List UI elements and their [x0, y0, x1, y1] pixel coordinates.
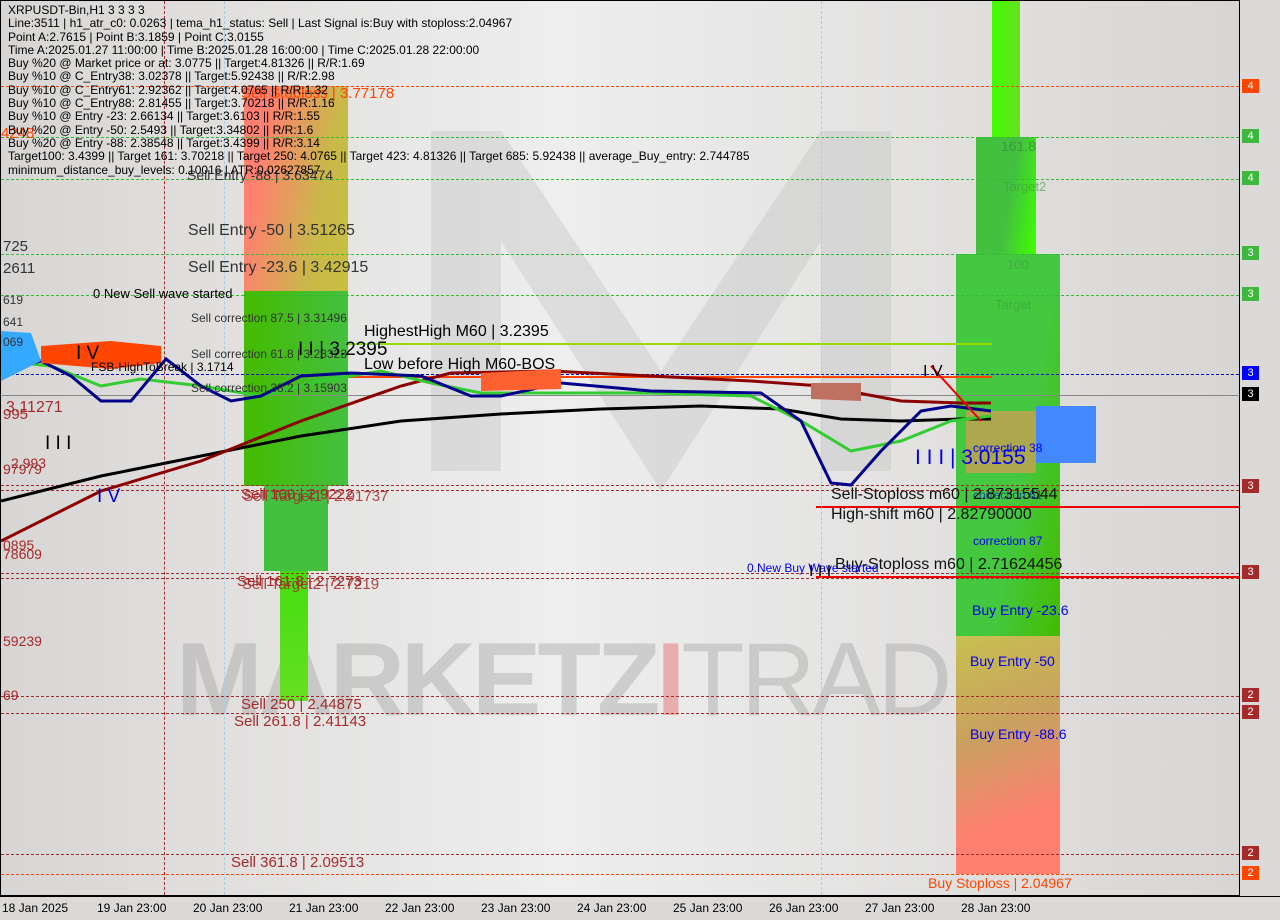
time-tick: 26 Jan 23:00 — [769, 901, 839, 915]
label-buy-entry-50: Buy Entry -50 — [970, 653, 1055, 669]
label-buy-stoploss: Buy Stoploss | 2.04967 — [928, 875, 1072, 891]
label-left-78609: 78609 — [3, 546, 42, 562]
label-sell-target1: Sell Target1 | 2.91737 — [243, 488, 389, 505]
label-fsb-high-to-break: FSB-HighToBreak | 3.1714 — [91, 360, 234, 374]
label-wave-iii-left: I I I — [45, 433, 72, 454]
label-left-069: 069 — [3, 335, 24, 349]
price-tag: 3 — [1242, 246, 1259, 260]
price-tag: 3 — [1242, 479, 1259, 493]
label-correction-87: correction 87 — [973, 534, 1043, 548]
label-wave-i: I I I — [809, 563, 832, 580]
label-sell-correction-875: Sell correction 87.5 | 3.31496 — [191, 311, 347, 325]
label-correction-38: correction 38 — [973, 441, 1043, 455]
label-highest-high: HighestHigh M60 | 3.2395 — [364, 323, 549, 340]
time-tick: 21 Jan 23:00 — [289, 901, 359, 915]
label-left-97979: 97979 — [3, 461, 42, 477]
info-line: Buy %20 @ Market price or at: 3.0775 || … — [8, 56, 365, 71]
info-line: Buy %20 @ Entry -88: 2.38548 || Target:3… — [8, 135, 320, 150]
price-axis[interactable]: 4 4 4 3 3 3 3 3 3 2 2 2 2 — [1240, 0, 1280, 896]
info-line: Buy %10 @ C_Entry61: 2.92362 || Target:4… — [8, 82, 328, 97]
info-line: Line:3511 | h1_atr_c0: 0.0263 | tema_h1_… — [8, 16, 513, 31]
label-target-1618: 161.8 — [1001, 138, 1037, 154]
info-panel: XRPUSDT-Bin,H1 3 3 3 3 Line:3511 | h1_at… — [8, 3, 750, 177]
chart-plot-area[interactable]: MARKETZITRADE XRPUSDT-Bin,H1 3 3 3 3 Lin… — [0, 0, 1240, 896]
label-sell-target2: Sell Target2 | 2.7219 — [242, 576, 380, 593]
label-left-725: 725 — [3, 238, 29, 255]
label-left-2611: 2611 — [3, 260, 36, 277]
label-wave-iv-left: I V — [76, 343, 100, 364]
time-axis[interactable]: 18 Jan 2025 19 Jan 23:00 20 Jan 23:00 21… — [0, 896, 1280, 920]
time-tick: 22 Jan 23:00 — [385, 901, 455, 915]
label-wave-iv-right: I V — [923, 363, 943, 380]
label-sell-correction-382: Sell correction 38.2 | 3.15903 — [191, 381, 347, 395]
info-line: Time A:2025.01.27 11:00:00 | Time B:2025… — [8, 42, 480, 57]
label-sell-3618: Sell 361.8 | 2.09513 — [231, 854, 365, 871]
info-line: Buy %10 @ C_Entry38: 3.02378 || Target:5… — [8, 69, 335, 84]
label-left-641: 641 — [3, 315, 24, 329]
label-target: Target — [995, 297, 1032, 312]
time-tick: 24 Jan 23:00 — [577, 901, 647, 915]
label-sell-entry-50: Sell Entry -50 | 3.51265 — [188, 222, 355, 239]
info-line: Buy %10 @ C_Entry88: 2.81455 || Target:3… — [8, 96, 335, 111]
price-tag: 3 — [1242, 366, 1259, 380]
price-tag: 2 — [1242, 688, 1259, 702]
label-buy-entry-23: Buy Entry -23.6 — [972, 602, 1069, 618]
label-sell-entry-23: Sell Entry -23.6 | 3.42915 — [188, 259, 369, 276]
price-tag: 4 — [1242, 79, 1259, 93]
symbol-title: XRPUSDT-Bin,H1 3 3 3 3 — [8, 3, 145, 17]
label-left-69: 69 — [3, 687, 19, 703]
label-sell-stoploss-m60: Sell-Stoploss m60 | 2.87315544 — [831, 486, 1058, 503]
price-tag-current: 3 — [1242, 387, 1259, 401]
price-tag: 3 — [1242, 287, 1259, 301]
time-tick: 27 Jan 23:00 — [865, 901, 935, 915]
time-tick: 23 Jan 23:00 — [481, 901, 551, 915]
info-line: minimum_distance_buy_levels: 0.10016 | A… — [8, 162, 321, 177]
time-tick: 20 Jan 23:00 — [193, 901, 263, 915]
price-tag: 4 — [1242, 129, 1259, 143]
label-left-59239: 59239 — [3, 633, 42, 649]
price-tag: 2 — [1242, 705, 1259, 719]
label-high-shift-m60: High-shift m60 | 2.82790000 — [831, 506, 1032, 523]
label-target-100: 100 — [1007, 257, 1029, 272]
time-tick: 25 Jan 23:00 — [673, 901, 743, 915]
label-low-before-high: Low before High M60-BOS — [364, 356, 556, 373]
time-tick: 28 Jan 23:00 — [961, 901, 1031, 915]
info-line: Point A:2.7615 | Point B:3.1859 | Point … — [8, 29, 264, 44]
time-tick: 18 Jan 2025 — [2, 901, 69, 915]
label-left-619: 619 — [3, 293, 24, 307]
price-tag: 2 — [1242, 846, 1259, 860]
info-line: Target100: 3.4399 || Target 161: 3.70218… — [8, 149, 750, 164]
price-tag: 2 — [1242, 866, 1259, 880]
label-target2: Target2 — [1003, 179, 1047, 194]
info-line: Buy %20 @ Entry -50: 2.5493 || Target:3.… — [8, 122, 314, 137]
label-buy-entry-88: Buy Entry -88.6 — [970, 726, 1067, 742]
label-new-sell-wave: 0 New Sell wave started — [93, 286, 233, 301]
label-wave-iv-low: I V — [97, 486, 121, 507]
label-left-995: 995 — [3, 406, 29, 423]
label-sell-250: Sell 250 | 2.44875 — [241, 696, 362, 713]
label-sell-2618: Sell 261.8 | 2.41143 — [234, 713, 367, 730]
price-tag: 4 — [1242, 171, 1259, 185]
time-tick: 19 Jan 23:00 — [97, 901, 167, 915]
info-line: Buy %10 @ Entry -23: 2.66134 || Target:3… — [8, 109, 320, 124]
ichimoku-cloud-brown — [811, 383, 861, 401]
price-tag: 3 — [1242, 565, 1259, 579]
